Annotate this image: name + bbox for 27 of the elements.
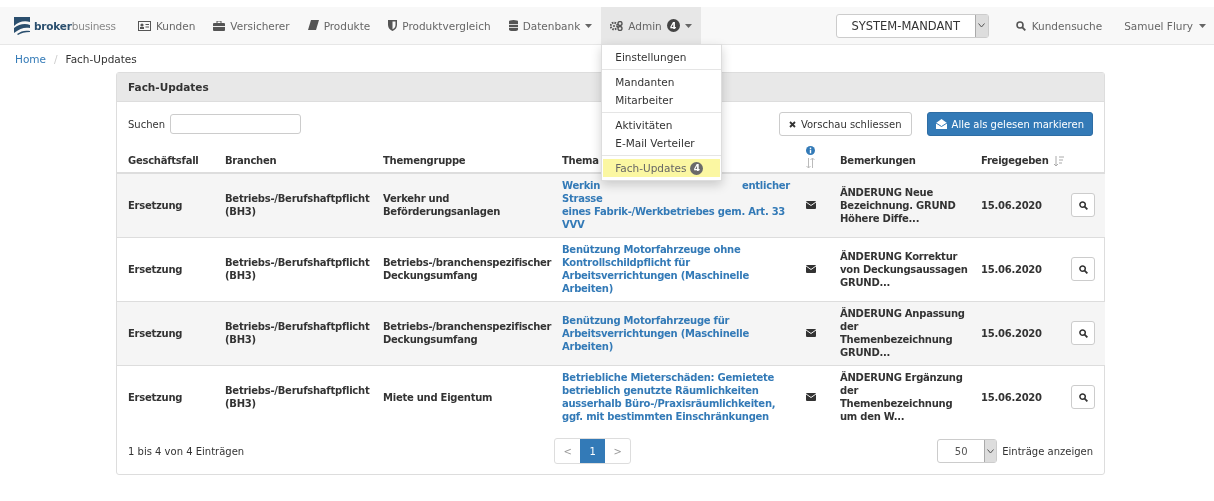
table-cell: ÄNDERUNG Korrektur von Deckungsaussagen GRUND... [829,237,970,301]
table-cell: Betriebs-/Berufshaftpflicht (BH3) [214,173,372,237]
table-cell: ÄNDERUNG Anpassung der Themenbezeichnung GRUND... [829,301,970,365]
breadcrumb-current: Fach-Updates [65,53,137,65]
table-cell: Betriebs-/Berufshaftpflicht (BH3) [214,301,372,365]
table-cell: Ersetzung [117,365,214,429]
table-cell: Verkehr und Beförderungsanlagen [372,173,559,237]
entries-info: 1 bis 4 von 4 Einträgen [128,445,245,457]
page-size-label: Einträge anzeigen [1002,445,1093,457]
search-label: Suchen [128,118,165,130]
count-badge: 4 [666,19,680,32]
table-cell: ÄNDERUNG Ergänzung der Themenbezeichnung um den W... [829,365,970,429]
breadcrumb-separator: / [54,53,58,65]
table-cell: Betriebs-/branchenspezifischer Deckungsumfang [372,301,559,365]
table-cell: 15.06.2020 [970,173,1060,237]
table-cell: Betriebs-/Berufshaftpflicht (BH3) [214,365,372,429]
table-cell: Betriebs-/branchenspezifischer Deckungsumfang [372,237,559,301]
table-cell: Ersetzung [117,173,214,237]
table-cell: Ersetzung [117,301,214,365]
table-cell: 15.06.2020 [970,301,1060,365]
table-cell: 15.06.2020 [970,237,1060,301]
table-cell: Miete und Eigentum [372,365,559,429]
table-cell: Betriebs-/Berufshaftpflicht (BH3) [214,237,372,301]
table-cell: 15.06.2020 [970,365,1060,429]
table-cell: Ersetzung [117,237,214,301]
table-cell: ÄNDERUNG Neue Bezeichnung. GRUND Höhere Diffe... [829,173,970,237]
count-badge: 4 [690,161,704,175]
